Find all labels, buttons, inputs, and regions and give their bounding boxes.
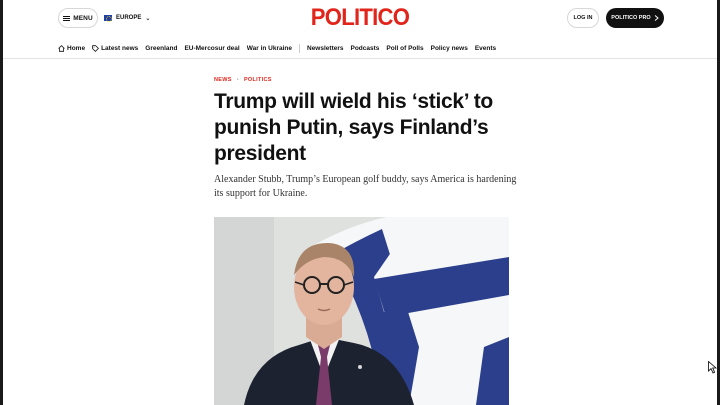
nav-label: Greenland <box>145 44 178 52</box>
nav-item-poll-of-polls[interactable]: Poll of Polls <box>386 45 423 52</box>
nav-label: Home <box>67 44 86 52</box>
nav-item-policy-news[interactable]: Policy news <box>431 45 468 52</box>
politico-pro-button[interactable]: POLITICO PRO <box>606 8 664 28</box>
site-header: MENU EUROPE ⌄ POLITICO LOG IN POLITICO P… <box>0 0 720 36</box>
breadcrumb-politics[interactable]: POLITICS <box>244 77 272 83</box>
nav-label: Newsletters <box>307 44 344 52</box>
breadcrumb-separator: • <box>236 77 239 83</box>
nav-divider-line <box>3 58 717 59</box>
nav-item-war-in-ukraine[interactable]: War in Ukraine <box>247 45 292 52</box>
mouse-cursor-icon <box>708 361 717 374</box>
nav-label: EU-Mercosur deal <box>184 44 240 52</box>
tag-icon <box>92 44 100 52</box>
nav-label: Latest news <box>101 44 139 52</box>
main-nav: Home Latest news Greenland EU-Mercosur d… <box>58 42 503 54</box>
portrait-illustration <box>214 217 509 405</box>
home-icon <box>58 44 65 52</box>
pro-label: POLITICO PRO <box>611 15 651 21</box>
nav-item-home[interactable]: Home <box>58 45 85 52</box>
chevron-right-icon <box>654 15 659 21</box>
nav-label: Poll of Polls <box>386 44 424 52</box>
breadcrumb-news[interactable]: NEWS <box>214 77 232 83</box>
login-button[interactable]: LOG IN <box>567 8 599 28</box>
nav-divider <box>299 43 300 53</box>
nav-item-greenland[interactable]: Greenland <box>145 45 177 52</box>
window-frame-left <box>0 0 3 405</box>
nav-item-events[interactable]: Events <box>475 45 496 52</box>
nav-item-latest-news[interactable]: Latest news <box>92 45 138 52</box>
article-hero-image <box>214 217 509 405</box>
nav-item-newsletters[interactable]: Newsletters <box>307 45 344 52</box>
nav-item-podcasts[interactable]: Podcasts <box>351 45 380 52</box>
nav-item-eu-mercosur[interactable]: EU-Mercosur deal <box>184 45 239 52</box>
nav-label: Policy news <box>430 44 468 52</box>
nav-label: Podcasts <box>350 44 380 52</box>
breadcrumb: NEWS • POLITICS <box>214 77 272 83</box>
nav-label: War in Ukraine <box>246 44 292 52</box>
article-dek: Alexander Stubb, Trump’s European golf b… <box>214 174 517 199</box>
nav-label: Events <box>474 44 497 52</box>
article-headline: Trump will wield his ‘stick’ to punish P… <box>214 90 493 165</box>
